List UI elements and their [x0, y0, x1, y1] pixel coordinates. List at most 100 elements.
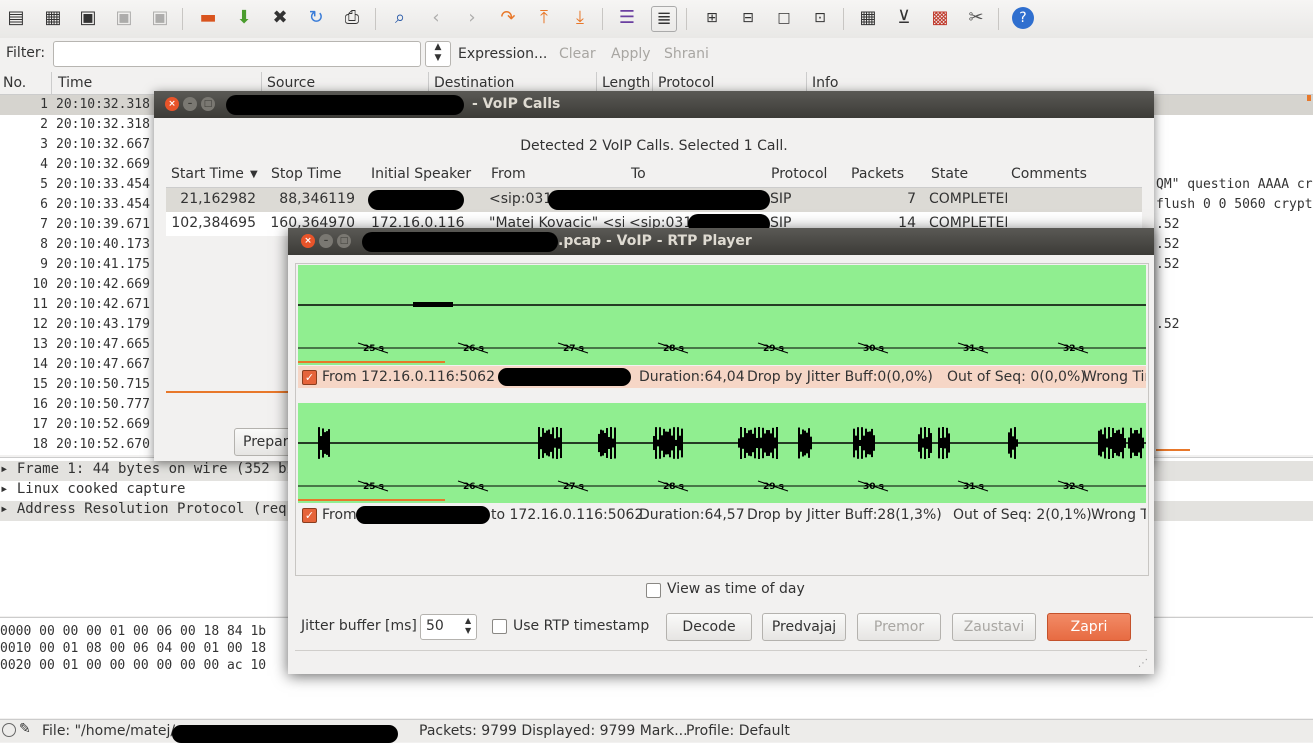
last-packet-icon[interactable]: ⤓ [568, 6, 592, 30]
capture-filters-icon[interactable]: ▦ [856, 6, 880, 30]
column-destination[interactable]: Destination [434, 75, 514, 91]
window-title: .pcap - VoIP - RTP Player [558, 233, 752, 249]
find-icon[interactable]: ⌕ [388, 6, 412, 30]
calls-table[interactable]: Start Time ▼ Stop Time Initial Speaker F… [166, 163, 1142, 236]
display-filters-icon[interactable]: ⊻ [892, 6, 916, 30]
scrollbar-thumb[interactable] [1307, 95, 1311, 101]
call-row[interactable]: 21,162982 88,346119 <sip:031 SIP 7 COMPL… [166, 188, 1142, 212]
col-state[interactable]: State [931, 166, 968, 182]
waveform-sample [1110, 437, 1112, 449]
waveform-sample [855, 435, 857, 451]
resize-grip-icon[interactable]: ⋰ [1138, 658, 1148, 669]
col-initial-speaker[interactable]: Initial Speaker [371, 166, 483, 182]
col-to[interactable]: To [631, 166, 646, 182]
maximize-icon[interactable]: □ [337, 234, 351, 248]
reload-icon[interactable]: ↻ [304, 6, 328, 30]
waveform-sample [869, 431, 871, 455]
go-to-packet-icon[interactable]: ↷ [496, 6, 520, 30]
playback-position[interactable] [298, 499, 445, 501]
clear-button[interactable]: Clear [559, 46, 596, 62]
colorize-icon[interactable]: ☰ [615, 6, 639, 30]
column-info[interactable]: Info [812, 75, 839, 91]
col-from[interactable]: From [491, 166, 526, 182]
save-file-icon[interactable]: ⬇ [232, 6, 256, 30]
filter-input[interactable] [53, 41, 421, 67]
waveform-sample [320, 436, 322, 450]
expander-icon[interactable]: ▸ [0, 481, 17, 497]
col-stop-time[interactable]: Stop Time [271, 166, 342, 182]
channel-1-checkbox[interactable]: ✓ [302, 370, 317, 385]
pause-button[interactable]: Premor [857, 613, 941, 641]
waveform-sample [1134, 430, 1136, 456]
close-file-icon[interactable]: ✖ [268, 6, 292, 30]
column-protocol[interactable]: Protocol [658, 75, 714, 91]
waveform-sample [542, 428, 544, 458]
coloring-rules-icon[interactable]: ▩ [928, 6, 952, 30]
stop-button[interactable]: Zaustavi [952, 613, 1036, 641]
close-icon[interactable]: × [301, 234, 315, 248]
start-capture-icon[interactable]: ▣ [76, 6, 100, 30]
apply-button[interactable]: Apply [611, 46, 651, 62]
detail-row[interactable]: ▸ Linux cooked capture [0, 481, 185, 501]
preferences-icon[interactable]: ✂ [964, 6, 988, 30]
playback-position[interactable] [298, 361, 445, 363]
print-icon[interactable]: ⎙ [340, 6, 364, 30]
channel-1-duration: Duration:64,04 [639, 369, 745, 385]
resize-columns-icon[interactable]: ⊡ [808, 6, 832, 30]
expander-icon[interactable]: ▸ [0, 501, 17, 517]
call-state: COMPLETED [929, 191, 1007, 207]
forward-icon[interactable]: › [460, 6, 484, 30]
column-separator [51, 72, 52, 94]
back-icon[interactable]: ‹ [424, 6, 448, 30]
waveform-channel-1[interactable] [298, 265, 1146, 365]
use-rtp-timestamp-checkbox[interactable] [492, 619, 507, 634]
column-source[interactable]: Source [267, 75, 315, 91]
waveform-sample [924, 427, 926, 459]
open-file-icon[interactable]: ▬ [196, 6, 220, 30]
call-packets: 7 [907, 191, 916, 207]
filter-label: Filter: [6, 45, 46, 61]
waveform-sample [766, 430, 768, 456]
interface-list-icon[interactable]: ▤ [4, 6, 28, 30]
capture-options-icon[interactable]: ▦ [41, 6, 65, 30]
voip-calls-titlebar[interactable]: × – □ - VoIP Calls [154, 91, 1154, 118]
column-time[interactable]: Time [58, 75, 92, 91]
decode-button[interactable]: Decode [666, 613, 752, 641]
close-icon[interactable]: × [165, 97, 179, 111]
time-tick-label: 30 s [863, 482, 885, 492]
close-button[interactable]: Zapri [1047, 613, 1131, 641]
stop-capture-icon[interactable]: ▣ [112, 6, 136, 30]
waveform-sample [760, 437, 762, 449]
col-comments[interactable]: Comments [1011, 166, 1087, 182]
edit-comment-icon[interactable]: ✎ [19, 721, 31, 737]
column-length[interactable]: Length [602, 75, 650, 91]
expression-button[interactable]: Expression... [458, 46, 547, 62]
minimize-icon[interactable]: – [319, 234, 333, 248]
rtp-player-titlebar[interactable]: × – □ .pcap - VoIP - RTP Player [288, 228, 1154, 255]
expander-icon[interactable]: ▸ [0, 461, 17, 477]
restart-capture-icon[interactable]: ▣ [148, 6, 172, 30]
col-packets[interactable]: Packets [851, 166, 904, 182]
normal-size-icon[interactable]: □ [772, 6, 796, 30]
time-tick-label: 31 s [963, 344, 985, 354]
first-packet-icon[interactable]: ⤒ [532, 6, 556, 30]
expert-info-icon[interactable] [2, 723, 16, 737]
column-no[interactable]: No. [3, 75, 26, 91]
col-protocol[interactable]: Protocol [771, 166, 843, 182]
autoscroll-icon[interactable]: ≣ [651, 6, 677, 32]
zoom-in-icon[interactable]: ⊞ [700, 6, 724, 30]
jitter-spinbox[interactable]: 50 ▲ ▼ [420, 614, 477, 640]
spin-arrows-icon[interactable]: ▲ ▼ [465, 616, 471, 636]
status-profile[interactable]: Profile: Default [686, 723, 790, 739]
play-button[interactable]: Predvajaj [762, 613, 846, 641]
waveform-channel-2[interactable] [298, 403, 1146, 503]
col-start-time[interactable]: Start Time [171, 166, 244, 182]
save-filter-button[interactable]: Shrani [664, 46, 709, 62]
view-time-of-day-checkbox[interactable] [646, 583, 661, 598]
minimize-icon[interactable]: – [183, 97, 197, 111]
help-icon[interactable]: ? [1012, 7, 1034, 29]
channel-2-checkbox[interactable]: ✓ [302, 508, 317, 523]
zoom-out-icon[interactable]: ⊟ [736, 6, 760, 30]
maximize-icon[interactable]: □ [201, 97, 215, 111]
filter-dropdown-button[interactable]: ▲ ▼ [425, 41, 451, 67]
